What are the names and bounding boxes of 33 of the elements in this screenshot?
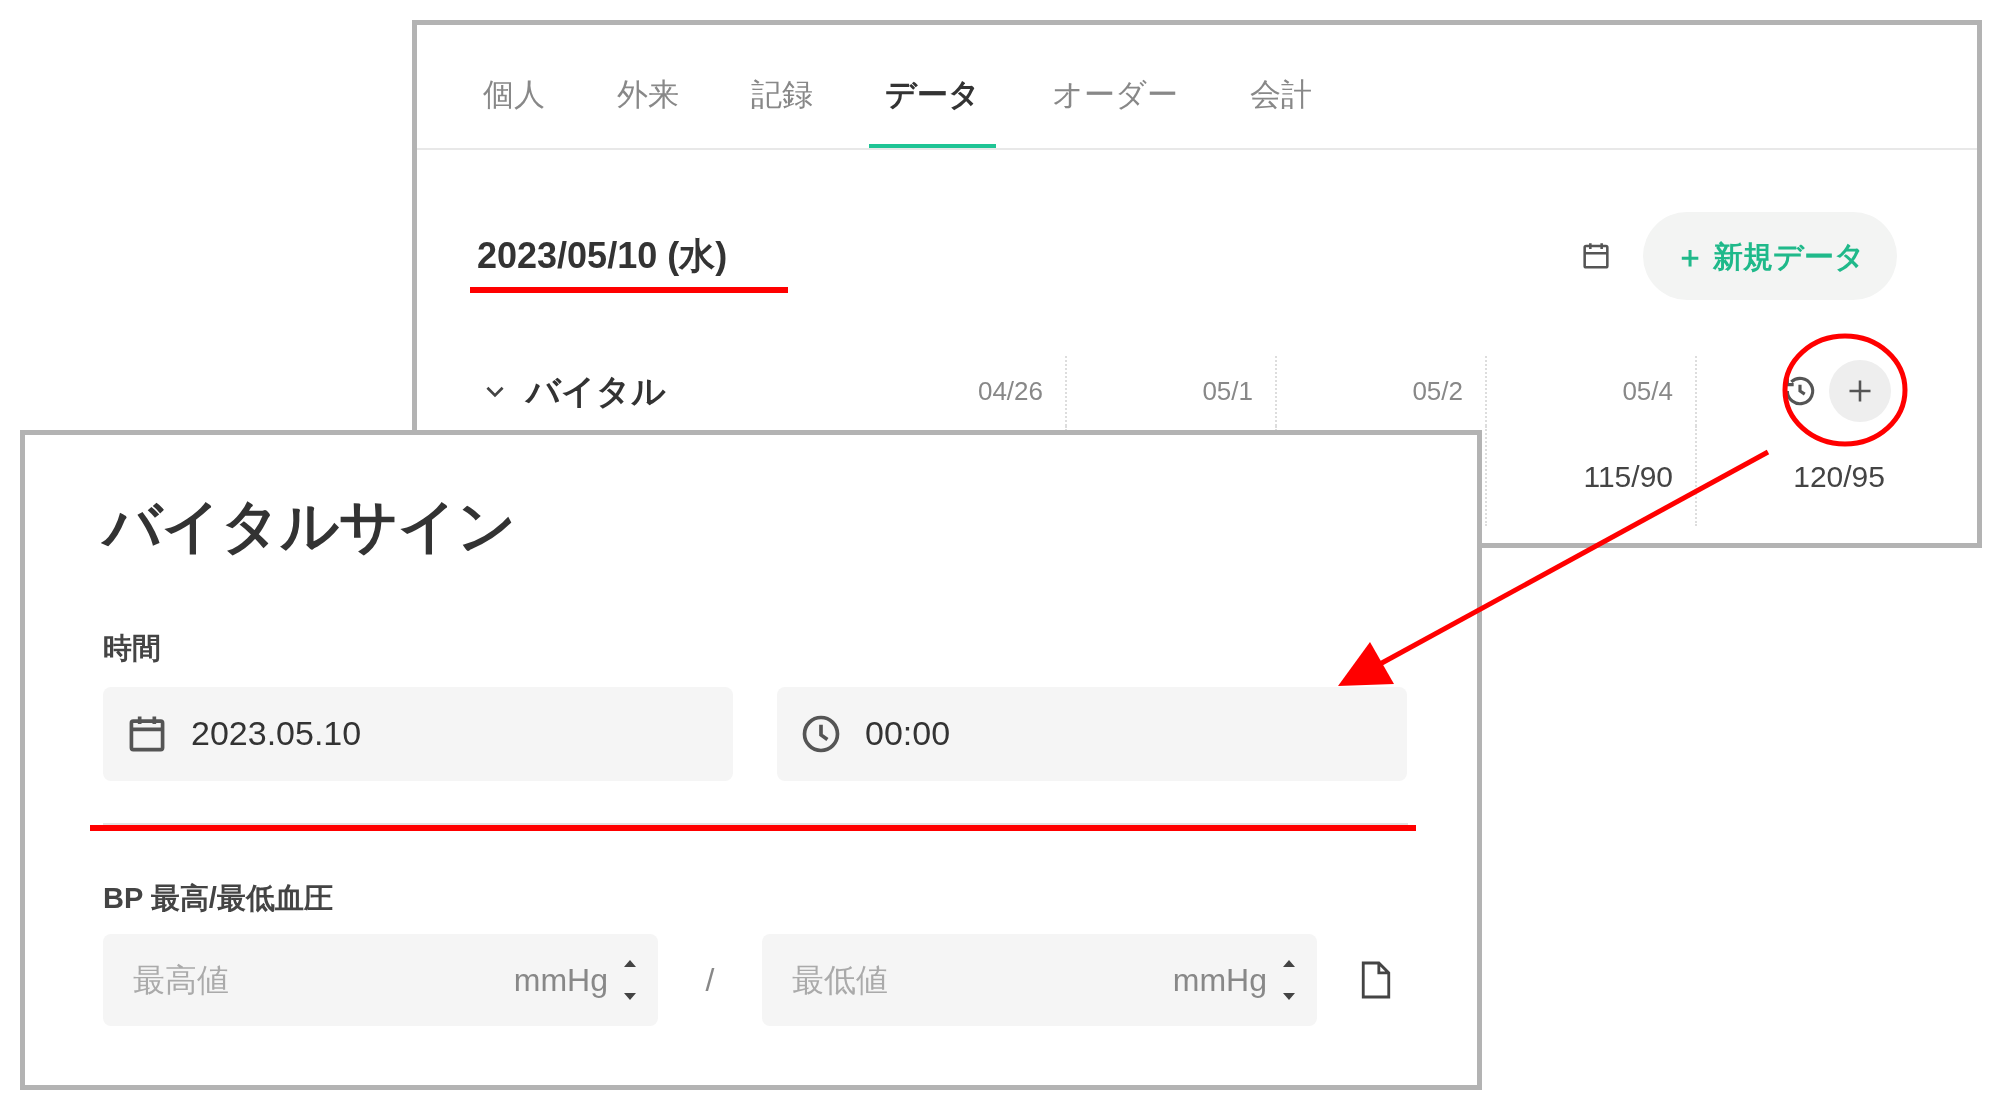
document-icon[interactable] xyxy=(1359,960,1393,1000)
reading-value: 115/90 xyxy=(1583,458,1673,495)
column-date: 05/2 xyxy=(1412,374,1463,408)
column-date: 05/4 xyxy=(1622,374,1673,408)
stepper-icon[interactable] xyxy=(1281,958,1297,1002)
unit-label: mmHg xyxy=(1172,961,1267,1000)
date-field[interactable]: 2023.05.10 xyxy=(103,686,733,781)
reading-value: 120/95 xyxy=(1793,458,1885,495)
tab[interactable]: 個人 xyxy=(467,71,561,148)
section-title: バイタル xyxy=(526,370,666,412)
diastolic-input[interactable]: 最低値 mmHg xyxy=(762,934,1317,1026)
unit-label: mmHg xyxy=(513,961,608,1000)
stepper-icon[interactable] xyxy=(622,958,638,1002)
new-data-button[interactable]: ＋ 新規データ xyxy=(1642,212,1897,300)
column-date: 05/1 xyxy=(1202,374,1253,408)
input-field: 最低値 xyxy=(792,956,1173,1004)
column-date: 04/26 xyxy=(977,374,1043,408)
tab[interactable]: データ xyxy=(869,71,996,148)
input-field: 最高値 xyxy=(133,956,514,1004)
systolic-input[interactable]: 最高値 mmHg xyxy=(103,934,658,1026)
tab[interactable]: 記録 xyxy=(735,71,829,148)
tab[interactable]: 外来 xyxy=(601,71,695,148)
tab[interactable]: オーダー xyxy=(1036,71,1194,148)
time-field[interactable]: 00:00 xyxy=(777,686,1407,781)
add-button[interactable] xyxy=(1829,360,1891,422)
dialog-title: バイタルサイン xyxy=(103,497,516,555)
date-value: 2023.05.10 xyxy=(191,713,362,754)
field-label: BP 最高/最低血圧 xyxy=(103,880,333,916)
time-value: 00:00 xyxy=(865,713,951,754)
field-label: 時間 xyxy=(103,631,161,666)
separator: / xyxy=(704,961,716,1000)
tab[interactable]: 会計 xyxy=(1234,71,1328,148)
date-heading: 2023/05/10 (水) xyxy=(477,234,728,278)
